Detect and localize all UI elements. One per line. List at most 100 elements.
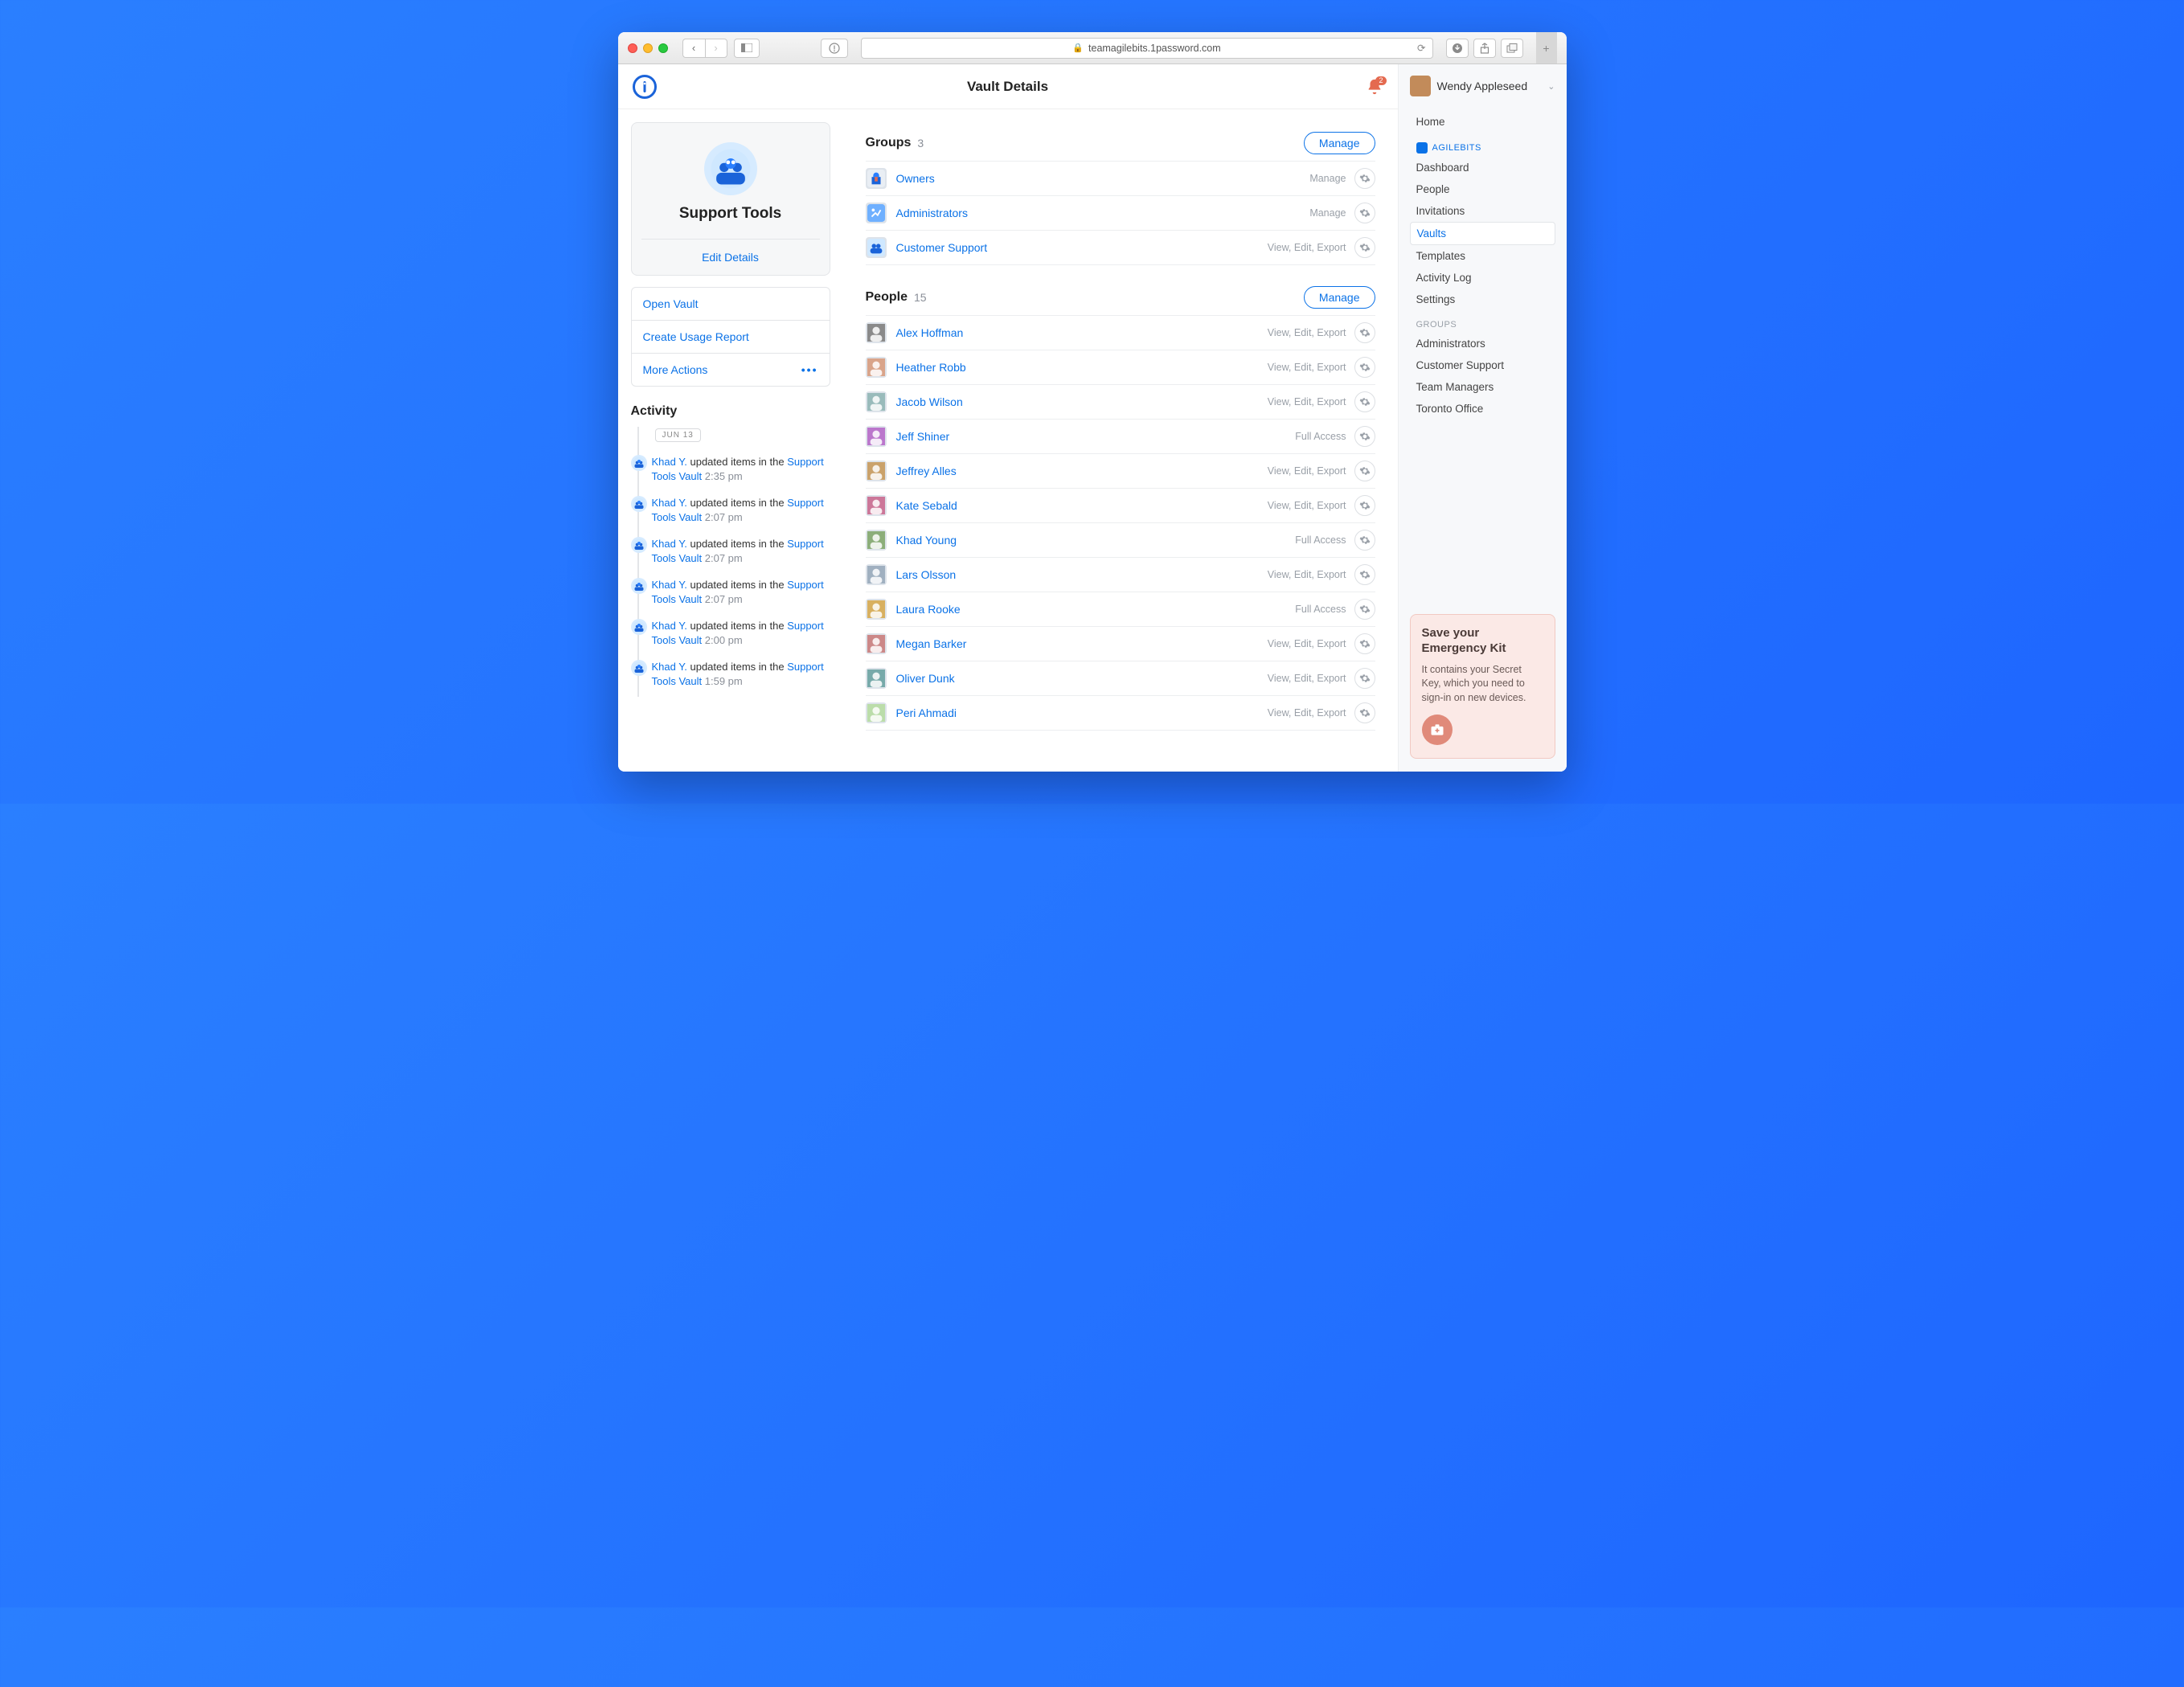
nav-home[interactable]: Home: [1410, 111, 1555, 133]
minimize-window-button[interactable]: [643, 43, 653, 53]
nav-brand-label: AGILEBITS: [1416, 142, 1555, 154]
person-link[interactable]: Jeff Shiner: [896, 430, 950, 443]
nav-templates[interactable]: Templates: [1410, 245, 1555, 267]
person-avatar: [866, 322, 887, 343]
nav-dashboard[interactable]: Dashboard: [1410, 157, 1555, 178]
activity-user-link[interactable]: Khad Y.: [652, 620, 687, 632]
more-actions-button[interactable]: More Actions•••: [632, 354, 830, 386]
notifications-button[interactable]: 2: [1366, 78, 1383, 96]
group-row: AdministratorsManage: [866, 196, 1375, 231]
person-row: Peri Ahmadi View, Edit, Export: [866, 696, 1375, 731]
activity-node-icon: [631, 455, 647, 471]
activity-time: 2:07 pm: [705, 593, 743, 605]
person-settings-button[interactable]: [1354, 391, 1375, 412]
people-list: Alex Hoffman View, Edit, Export Heather Ro…: [866, 315, 1375, 731]
groups-heading: Groups: [866, 136, 912, 150]
person-row: Kate SebaldView, Edit, Export: [866, 489, 1375, 523]
group-link[interactable]: Administrators: [896, 207, 968, 219]
forward-button[interactable]: ›: [705, 39, 727, 58]
manage-people-button[interactable]: Manage: [1304, 286, 1375, 309]
person-settings-button[interactable]: [1354, 633, 1375, 654]
person-row: Jeffrey AllesView, Edit, Export: [866, 454, 1375, 489]
person-settings-button[interactable]: [1354, 530, 1375, 551]
activity-user-link[interactable]: Khad Y.: [652, 456, 687, 468]
sidebar-toggle-button[interactable]: [734, 39, 760, 58]
person-link[interactable]: Heather Robb: [896, 361, 966, 374]
person-link[interactable]: Kate Sebald: [896, 499, 957, 512]
new-tab-button[interactable]: +: [1536, 32, 1557, 63]
user-avatar: [1410, 76, 1431, 96]
person-avatar: [866, 702, 887, 723]
activity-node-icon: [631, 537, 647, 553]
activity-item: Khad Y. updated items in the Support Too…: [652, 491, 830, 532]
create-usage-report-button[interactable]: Create Usage Report: [632, 321, 830, 354]
group-settings-button[interactable]: [1354, 237, 1375, 258]
vault-avatar-icon: [704, 142, 757, 195]
group-link[interactable]: Customer Support: [896, 241, 988, 254]
group-link[interactable]: Owners: [896, 172, 935, 185]
person-settings-button[interactable]: [1354, 495, 1375, 516]
nav-group-customer-support[interactable]: Customer Support: [1410, 354, 1555, 376]
activity-user-link[interactable]: Khad Y.: [652, 579, 687, 591]
person-link[interactable]: Oliver Dunk: [896, 672, 955, 685]
activity-time: 2:35 pm: [705, 470, 743, 482]
reader-button[interactable]: [821, 39, 848, 58]
emergency-kit-card[interactable]: Save your Emergency Kit It contains your…: [1410, 614, 1555, 759]
person-settings-button[interactable]: [1354, 426, 1375, 447]
person-link[interactable]: Jeffrey Alles: [896, 465, 957, 477]
group-settings-button[interactable]: [1354, 168, 1375, 189]
nav-group-team-managers[interactable]: Team Managers: [1410, 376, 1555, 398]
nav-groups-label: GROUPS: [1416, 320, 1555, 330]
people-section-header: People 15 Manage: [866, 286, 1375, 309]
browser-window: ‹ › 🔒 teamagilebits.1password.com ⟳ +: [618, 32, 1567, 772]
close-window-button[interactable]: [628, 43, 637, 53]
manage-groups-button[interactable]: Manage: [1304, 132, 1375, 154]
group-icon: [866, 203, 887, 223]
activity-user-link[interactable]: Khad Y.: [652, 661, 687, 673]
activity-user-link[interactable]: Khad Y.: [652, 497, 687, 509]
person-link[interactable]: Megan Barker: [896, 637, 967, 650]
person-settings-button[interactable]: [1354, 702, 1375, 723]
person-settings-button[interactable]: [1354, 461, 1375, 481]
person-row: Megan Barker View, Edit, Export: [866, 627, 1375, 661]
nav-people[interactable]: People: [1410, 178, 1555, 200]
person-permission: Full Access: [1295, 534, 1346, 546]
ellipsis-icon: •••: [801, 363, 818, 376]
person-link[interactable]: Laura Rooke: [896, 603, 961, 616]
person-link[interactable]: Khad Young: [896, 534, 957, 547]
downloads-button[interactable]: [1446, 39, 1469, 58]
back-button[interactable]: ‹: [682, 39, 705, 58]
account-menu[interactable]: Wendy Appleseed ⌄: [1410, 76, 1555, 96]
reload-icon[interactable]: ⟳: [1417, 42, 1425, 54]
nav-settings[interactable]: Settings: [1410, 289, 1555, 310]
person-settings-button[interactable]: [1354, 322, 1375, 343]
tabs-button[interactable]: [1501, 39, 1523, 58]
person-link[interactable]: Peri Ahmadi: [896, 706, 957, 719]
person-settings-button[interactable]: [1354, 668, 1375, 689]
person-permission: Full Access: [1295, 604, 1346, 615]
app-logo-icon[interactable]: [633, 75, 657, 99]
nav-invitations[interactable]: Invitations: [1410, 200, 1555, 222]
activity-item: Khad Y. updated items in the Support Too…: [652, 532, 830, 573]
chevron-down-icon: ⌄: [1547, 81, 1555, 92]
share-button[interactable]: [1473, 39, 1496, 58]
address-bar[interactable]: 🔒 teamagilebits.1password.com ⟳: [861, 38, 1433, 59]
edit-details-button[interactable]: Edit Details: [641, 239, 820, 275]
person-settings-button[interactable]: [1354, 564, 1375, 585]
nav-group-toronto-office[interactable]: Toronto Office: [1410, 398, 1555, 420]
user-name: Wendy Appleseed: [1437, 80, 1528, 92]
person-permission: View, Edit, Export: [1268, 707, 1346, 719]
person-link[interactable]: Alex Hoffman: [896, 326, 964, 339]
nav-vaults[interactable]: Vaults: [1410, 222, 1555, 245]
group-settings-button[interactable]: [1354, 203, 1375, 223]
person-link[interactable]: Lars Olsson: [896, 568, 957, 581]
nav-activity-log[interactable]: Activity Log: [1410, 267, 1555, 289]
person-settings-button[interactable]: [1354, 357, 1375, 378]
open-vault-button[interactable]: Open Vault: [632, 288, 830, 321]
activity-user-link[interactable]: Khad Y.: [652, 538, 687, 550]
maximize-window-button[interactable]: [658, 43, 668, 53]
person-link[interactable]: Jacob Wilson: [896, 395, 963, 408]
person-settings-button[interactable]: [1354, 599, 1375, 620]
person-permission: View, Edit, Export: [1268, 638, 1346, 649]
nav-group-administrators[interactable]: Administrators: [1410, 333, 1555, 354]
